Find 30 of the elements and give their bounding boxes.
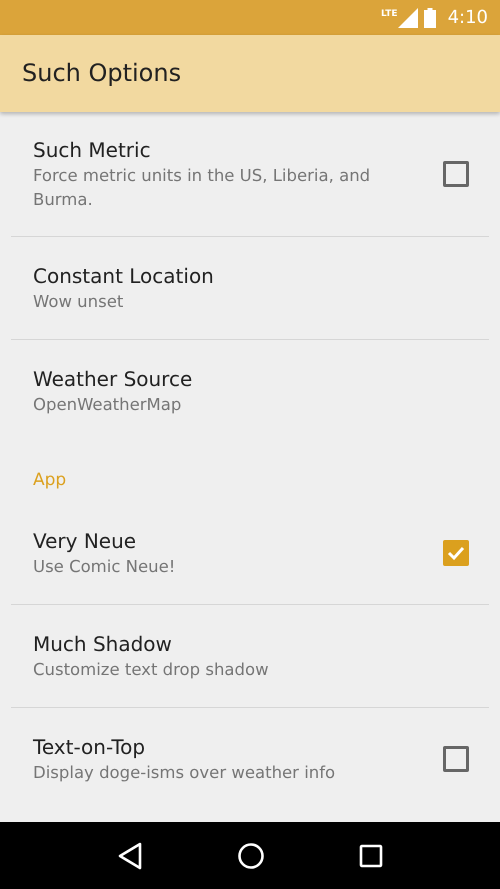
- signal-icon: [398, 8, 418, 28]
- checkbox[interactable]: [443, 540, 469, 566]
- preference-summary: Wow unset: [33, 291, 124, 313]
- preference-title: Text-on-Top: [33, 734, 146, 760]
- preference-item[interactable]: Constant Location Wow unset: [0, 237, 500, 339]
- preference-title: Weather Source: [33, 366, 194, 393]
- preference-summary: OpenWeatherMap: [33, 394, 182, 416]
- checkbox[interactable]: [443, 746, 469, 772]
- preference-item[interactable]: Much Shadow Customize text drop shadow: [0, 604, 500, 706]
- preference-summary: Force metric units in the US, Liberia, and Burma.: [33, 165, 372, 211]
- preference-title: Very Neue: [33, 528, 138, 554]
- back-icon[interactable]: [117, 842, 143, 870]
- preference-title: Much Shadow: [33, 630, 173, 658]
- clock-time: 4:10: [448, 6, 488, 30]
- preference-item[interactable]: Text-on-Top Display doge-isms over weather info: [0, 708, 500, 810]
- checkbox[interactable]: [443, 161, 469, 187]
- preference-item[interactable]: Weather Source OpenWeatherMap: [0, 340, 500, 442]
- home-icon[interactable]: [237, 842, 265, 870]
- battery-icon: [424, 8, 436, 28]
- preference-summary: Use Comic Neue!: [33, 556, 176, 578]
- category-header: App: [32, 469, 68, 492]
- recents-icon[interactable]: [359, 844, 383, 868]
- preference-title: Such Metric: [33, 137, 152, 164]
- preference-title: Constant Location: [33, 263, 215, 290]
- preference-summary: Customize text drop shadow: [33, 658, 270, 680]
- preference-item[interactable]: Very Neue Use Comic Neue!: [0, 502, 500, 604]
- preference-item[interactable]: Such Metric Force metric units in the US, Liberia, and Burma.: [0, 112, 500, 236]
- screen-title: Such Options: [22, 59, 182, 88]
- preference-summary: Display doge-isms over weather info: [33, 762, 336, 784]
- network-type-label: LTE: [381, 8, 398, 21]
